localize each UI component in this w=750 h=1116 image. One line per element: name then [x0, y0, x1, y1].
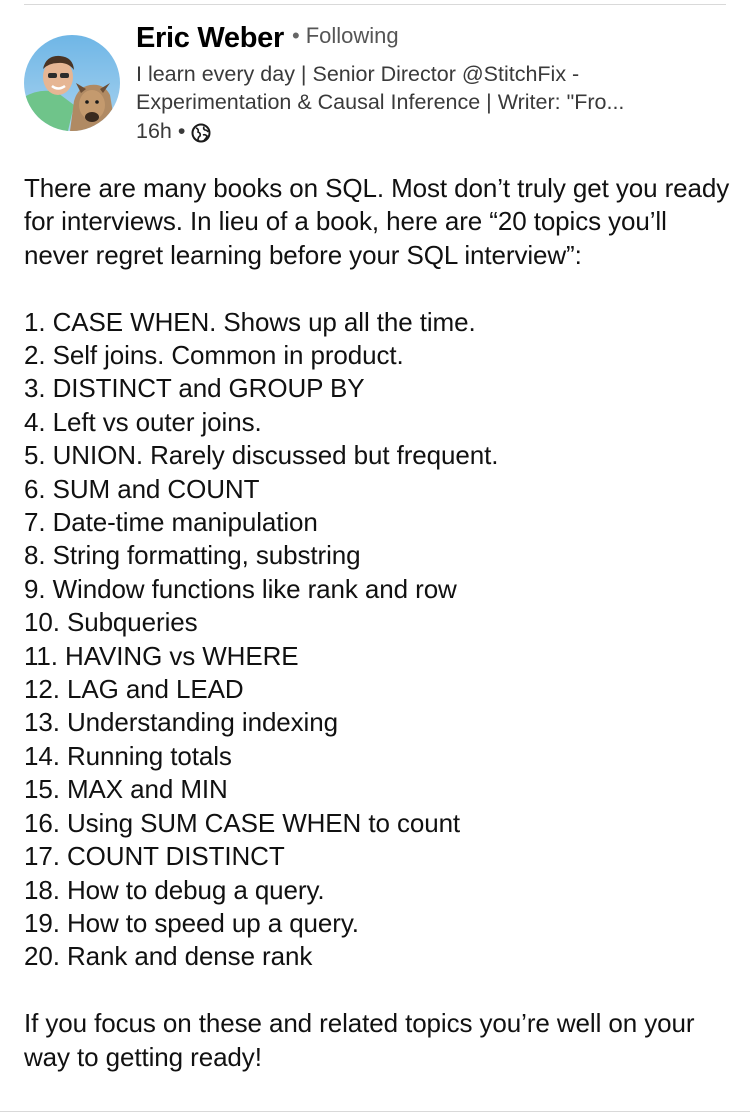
list-item: 4. Left vs outer joins. — [24, 406, 262, 437]
list-item: 7. Date-time manipulation — [24, 507, 318, 538]
topic-list: 1. CASE WHEN. Shows up all the time. 2. … — [24, 306, 734, 974]
list-item: 10. Subqueries — [24, 607, 198, 638]
list-item: 13. Understanding indexing — [24, 707, 338, 738]
list-item: 15. MAX and MIN — [24, 774, 228, 805]
follow-status[interactable]: Following — [306, 23, 399, 48]
list-item: 6. SUM and COUNT — [24, 473, 260, 504]
list-item: 1. CASE WHEN. Shows up all the time. — [24, 306, 476, 337]
list-item: 17. COUNT DISTINCT — [24, 841, 285, 872]
list-item: 12. LAG and LEAD — [24, 674, 244, 705]
post-time: 16h — [136, 119, 172, 143]
headline-line-1: I learn every day | Senior Director @Sti… — [136, 62, 580, 86]
post-intro: There are many books on SQL. Most don’t … — [24, 173, 730, 270]
list-item: 2. Self joins. Common in product. — [24, 340, 404, 371]
post-outro: If you focus on these and related topics… — [24, 1008, 695, 1072]
separator-dot: • — [177, 119, 186, 143]
avatar[interactable] — [24, 35, 120, 131]
list-item: 9. Window functions like rank and row — [24, 573, 457, 604]
name-row: Eric Weber • Following — [136, 22, 726, 60]
post-body: There are many books on SQL. Most don’t … — [24, 172, 734, 1074]
headline-line-2: Experimentation & Causal Inference | Wri… — [136, 90, 625, 114]
profile-photo — [24, 35, 120, 131]
list-item: 20. Rank and dense rank — [24, 941, 313, 972]
post-header: Eric Weber • Following I learn every day |… — [24, 22, 726, 152]
author-name[interactable]: Eric Weber — [136, 22, 284, 54]
globe-icon — [191, 121, 211, 143]
list-item: 16. Using SUM CASE WHEN to count — [24, 807, 461, 838]
list-item: 5. UNION. Rarely discussed but frequent. — [24, 440, 499, 471]
list-item: 19. How to speed up a query. — [24, 907, 359, 938]
list-item: 11. HAVING vs WHERE — [24, 640, 299, 671]
list-item: 8. String formatting, substring — [24, 540, 361, 571]
author-headline: I learn every day | Senior Director @Sti… — [136, 60, 716, 116]
bottom-divider — [0, 1111, 750, 1112]
separator-dot: • — [291, 23, 300, 48]
list-item: 18. How to debug a query. — [24, 874, 325, 905]
list-item: 14. Running totals — [24, 740, 232, 771]
list-item: 3. DISTINCT and GROUP BY — [24, 373, 365, 404]
post-timestamp-row: 16h • — [136, 116, 726, 146]
author-meta: Eric Weber • Following I learn every day |… — [136, 22, 726, 146]
top-divider — [24, 4, 726, 5]
